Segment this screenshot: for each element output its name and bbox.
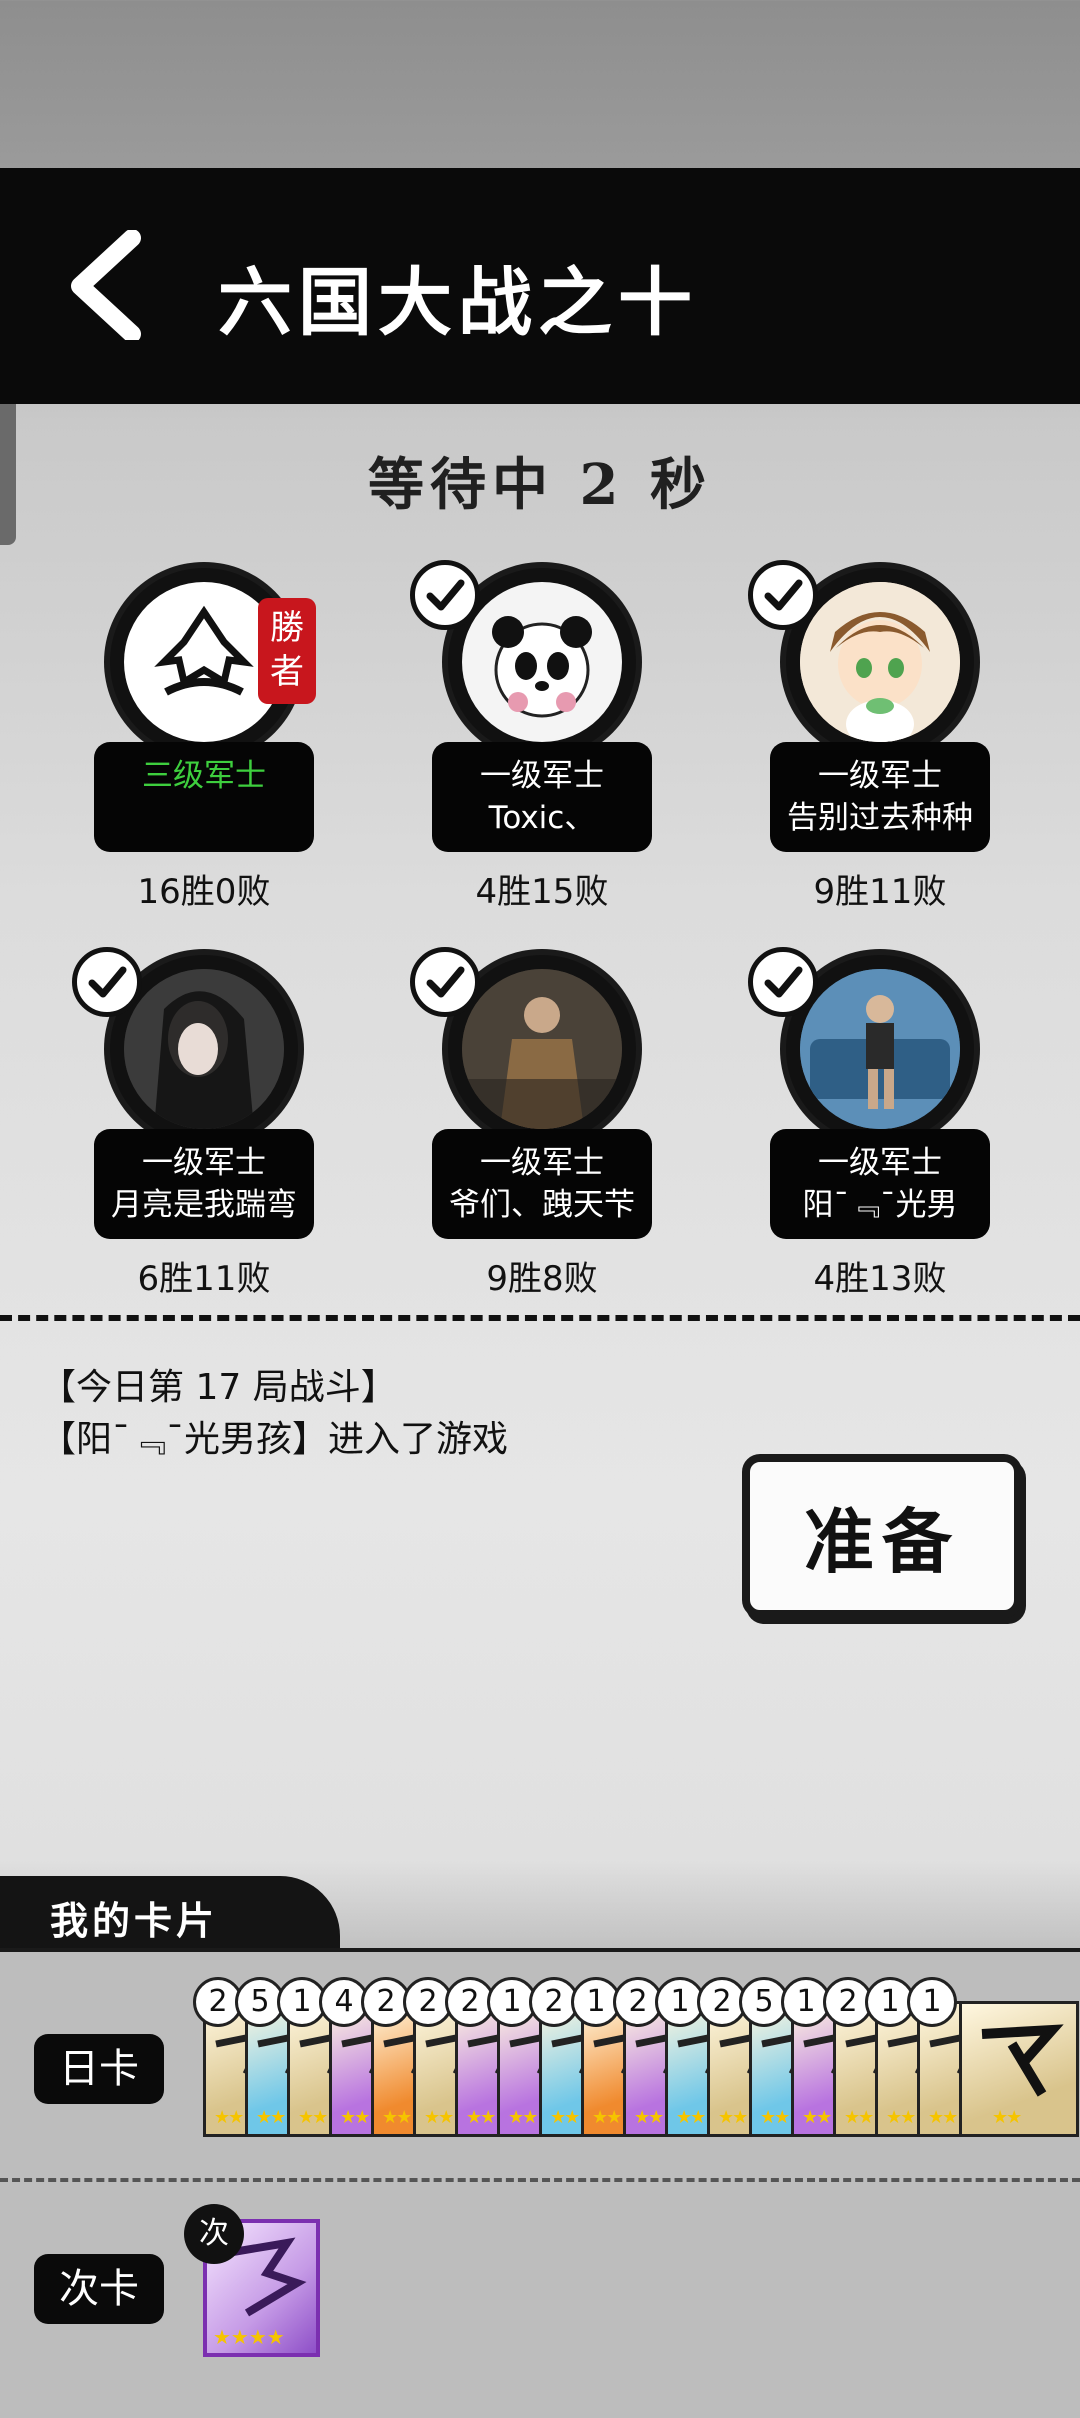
player-plate: 一级军士 告别过去种种	[770, 742, 990, 852]
player-slot-4[interactable]: 一级军士 月亮是我踹弯 6胜11败	[72, 947, 314, 1299]
my-cards-title: 我的卡片	[50, 1898, 219, 1943]
countdown-text: 等待中 2 秒	[368, 452, 712, 518]
player-slot-2[interactable]: 一级军士 Toxic、 4胜15败	[410, 560, 652, 912]
card-stars: ★★	[550, 2107, 580, 2128]
card-stars: ★★	[760, 2107, 790, 2128]
ready-check-icon	[72, 947, 142, 1017]
card-stars: ★★	[214, 2107, 244, 2128]
player-rank: 一级军士	[142, 1145, 266, 1181]
day-card[interactable]: ★★	[959, 2001, 1079, 2137]
ready-check-icon	[410, 560, 480, 630]
card-stars: ★★	[928, 2107, 958, 2128]
player-slot-5[interactable]: 一级军士 爷们、跩天芐 9胜8败	[410, 947, 652, 1299]
log-line: 【今日第 17 局战斗】	[40, 1367, 397, 1408]
player-rank: 一级军士	[818, 758, 942, 794]
photo-avatar-icon	[800, 969, 960, 1129]
card-stars: ★★	[466, 2107, 496, 2128]
player-record: 9胜11败	[813, 872, 947, 912]
section-divider	[0, 1315, 1080, 1321]
anime-boy-avatar-icon	[800, 582, 960, 742]
next-card-label[interactable]: 次卡	[34, 2254, 164, 2324]
player-rank: 三级军士	[142, 758, 266, 794]
player-plate: 一级军士 月亮是我踹弯	[94, 1129, 314, 1239]
player-record: 4胜15败	[475, 872, 609, 912]
photo-avatar-icon	[124, 969, 284, 1129]
ready-button[interactable]: 准备	[742, 1454, 1022, 1618]
player-record: 4胜13败	[813, 1259, 947, 1299]
player-rank: 一级军士	[818, 1145, 942, 1181]
player-name: 月亮是我踹弯	[111, 1187, 297, 1223]
winner-badge: 勝者	[258, 598, 316, 704]
card-stars: ★★	[592, 2107, 622, 2128]
card-art-icon	[981, 2024, 1064, 2097]
card-stars: ★★	[256, 2107, 286, 2128]
card-stars: ★★	[886, 2107, 916, 2128]
chevron-left-icon	[71, 229, 141, 343]
battle-log: 【今日第 17 局战斗】 【阳ˉ﹃ˉ光男孩】进入了游戏	[40, 1362, 508, 1466]
player-rank: 一级军士	[480, 758, 604, 794]
ready-check-icon	[748, 560, 818, 630]
player-plate: 一级军士 阳ˉ﹃ˉ光男	[770, 1129, 990, 1239]
player-slot-6[interactable]: 一级军士 阳ˉ﹃ˉ光男 4胜13败	[748, 947, 990, 1299]
player-rank: 一级军士	[480, 1145, 604, 1181]
card-stars: ★★	[298, 2107, 328, 2128]
panda-avatar-icon	[492, 616, 592, 718]
player-name: 爷们、跩天芐	[449, 1187, 635, 1223]
header-bar: 六国大战之十	[0, 168, 1080, 404]
card-stars: ★★	[340, 2107, 370, 2128]
player-slot-1[interactable]: 勝者 三级军士 16胜0败	[94, 568, 316, 912]
player-name: Toxic、	[488, 800, 596, 836]
card-stars: ★★	[676, 2107, 706, 2128]
ready-check-icon	[748, 947, 818, 1017]
card-stars: ★★	[382, 2107, 412, 2128]
card-count-badge: 1	[907, 1977, 957, 2027]
player-record: 6胜11败	[137, 1259, 271, 1299]
player-plate: 三级军士	[94, 742, 314, 852]
card-stars: ★★	[634, 2107, 664, 2128]
photo-avatar-icon	[462, 969, 622, 1129]
card-stars: ★★	[802, 2107, 832, 2128]
card-stars: ★★	[424, 2107, 454, 2128]
player-plate: 一级军士 Toxic、	[432, 742, 652, 852]
card-stars: ★★	[508, 2107, 538, 2128]
player-name: 阳ˉ﹃ˉ光男	[802, 1187, 958, 1223]
ready-check-icon	[410, 947, 480, 1017]
card-stars: ★★	[718, 2107, 748, 2128]
player-slot-3[interactable]: 一级军士 告别过去种种 9胜11败	[748, 560, 990, 912]
log-line: 【阳ˉ﹃ˉ光男孩】进入了游戏	[40, 1419, 509, 1460]
player-record: 16胜0败	[137, 872, 271, 912]
card-stars: ★★	[844, 2107, 874, 2128]
day-card-label[interactable]: 日卡	[34, 2034, 164, 2104]
back-button[interactable]	[62, 229, 152, 343]
card-stars: ★★★★	[213, 2325, 285, 2349]
next-card-badge: 次	[184, 2204, 244, 2264]
cards-divider	[0, 2178, 1080, 2182]
player-plate: 一级军士 爷们、跩天芐	[432, 1129, 652, 1239]
player-record: 9胜8败	[486, 1259, 598, 1299]
page-title: 六国大战之十	[218, 260, 698, 346]
card-stars: ★★	[992, 2107, 1022, 2128]
player-name: 告别过去种种	[787, 800, 973, 836]
